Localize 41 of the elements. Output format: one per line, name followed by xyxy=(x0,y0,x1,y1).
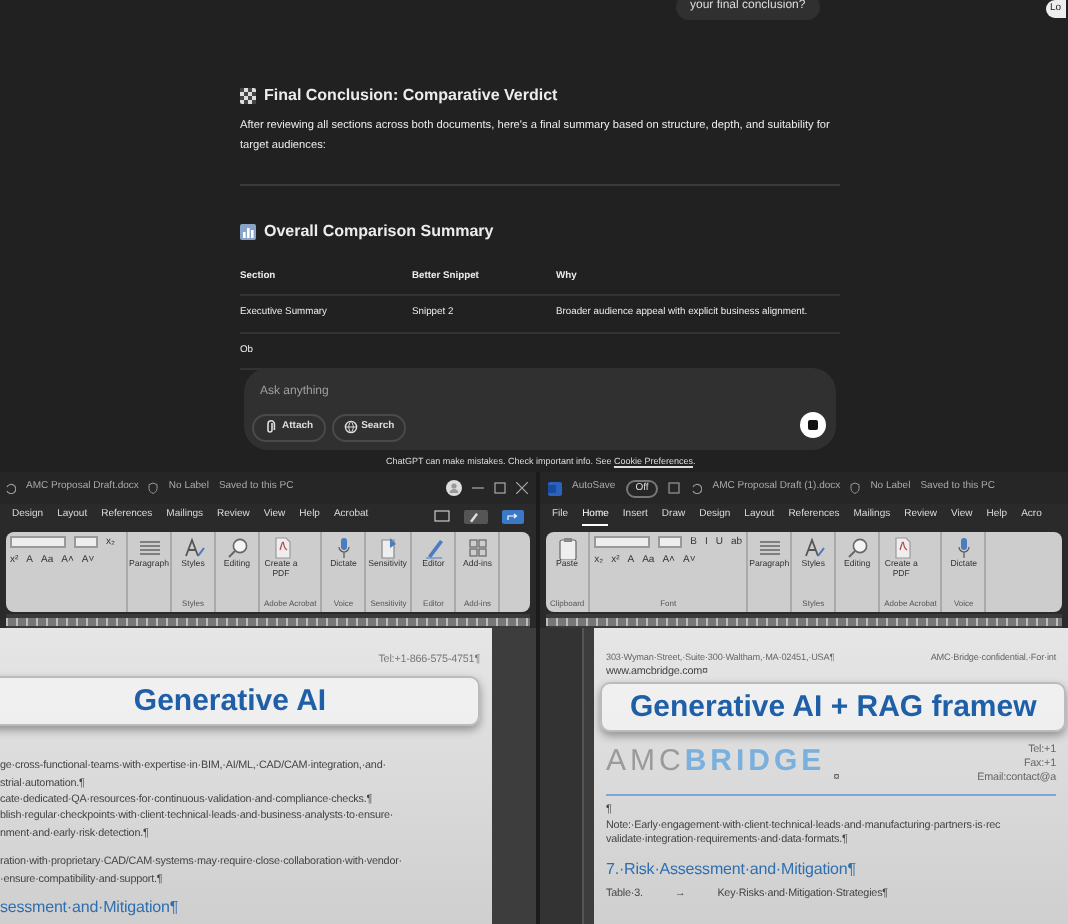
section-heading: Overall Comparison Summary xyxy=(264,220,494,244)
paragraph-lines-icon xyxy=(757,536,782,560)
paperclip-icon xyxy=(264,420,278,435)
word-app-icon xyxy=(548,481,562,495)
styles-icon xyxy=(801,536,826,560)
bar-chart-icon xyxy=(240,224,256,240)
overlay-banner: Generative AI + RAG framew xyxy=(600,682,1067,732)
shield-icon xyxy=(148,482,159,494)
font-name-dropdown[interactable] xyxy=(594,536,651,548)
pen-icon[interactable] xyxy=(464,510,488,524)
pdf-document-icon xyxy=(889,536,914,560)
stop-button[interactable] xyxy=(800,412,826,438)
font-name-dropdown[interactable] xyxy=(10,536,66,548)
font-size-dropdown[interactable] xyxy=(74,536,98,548)
maximize-icon[interactable] xyxy=(494,482,506,494)
user-avatar-icon[interactable] xyxy=(446,480,462,496)
paragraph-lines-icon xyxy=(137,536,161,560)
company-logo: AMCBRIDGE xyxy=(606,742,826,783)
minimize-icon[interactable] xyxy=(472,482,484,494)
undo-icon[interactable] xyxy=(690,482,703,494)
globe-icon xyxy=(343,420,358,435)
grid-icon xyxy=(465,536,490,560)
clipboard-icon xyxy=(555,536,579,560)
shield-icon xyxy=(850,482,861,494)
magnifier-icon xyxy=(845,536,870,560)
comment-icon[interactable] xyxy=(434,510,450,524)
section-heading: 7.·Risk·Assessment·and·Mitigation¶ xyxy=(606,857,858,882)
section-heading: Final Conclusion: Comparative Verdict xyxy=(264,84,558,108)
pdf-document-icon xyxy=(269,536,293,560)
font-size-dropdown[interactable] xyxy=(658,536,683,548)
tagged-document-icon xyxy=(375,536,400,560)
undo-icon[interactable] xyxy=(4,482,16,494)
close-icon[interactable] xyxy=(516,482,528,494)
pen-icon xyxy=(421,536,446,560)
share-icon[interactable] xyxy=(502,510,524,524)
overlay-banner: Generative AI xyxy=(0,676,480,726)
magnifier-icon xyxy=(225,536,249,560)
save-icon[interactable] xyxy=(668,482,681,494)
styles-icon xyxy=(181,536,205,560)
section-heading: sessment·and·Mitigation¶ xyxy=(0,895,181,920)
checkered-flag-icon xyxy=(240,88,256,104)
